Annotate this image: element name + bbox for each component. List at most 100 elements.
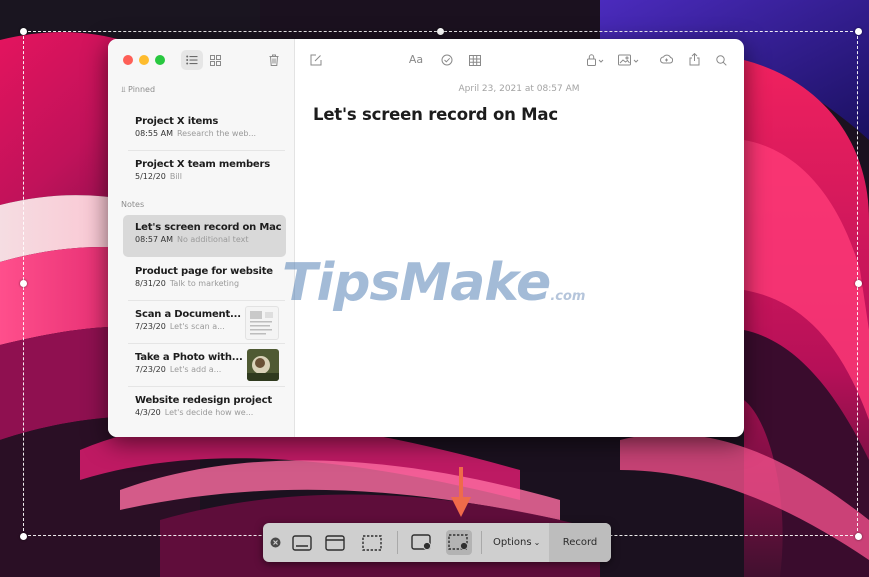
options-label: Options: [493, 537, 532, 548]
note-meta: 7/23/20 Let's add a...: [135, 365, 221, 374]
zoom-window-button[interactable]: [155, 55, 165, 65]
capture-entire-screen-button[interactable]: [289, 530, 315, 555]
table-icon: [469, 54, 481, 66]
note-date: 5/12/20: [135, 172, 166, 181]
share-icon: [689, 52, 699, 65]
note-row-screen-record[interactable]: Let's screen record on Mac 08:57 AM No ad…: [123, 215, 286, 257]
chevron-down-icon: ⌄: [533, 538, 541, 547]
trash-icon: [269, 54, 279, 66]
note-title: Take a Photo with...: [135, 352, 243, 363]
delete-note-button[interactable]: [265, 50, 283, 70]
note-date: 4/3/20: [135, 408, 161, 417]
watermark-brand: TipsMake: [282, 253, 551, 313]
note-row-take-photo[interactable]: Take a Photo with... 7/23/20 Let's add a.…: [128, 345, 285, 387]
note-date: 7/23/20: [135, 365, 166, 374]
checklist-button[interactable]: [438, 51, 456, 69]
note-title: Website redesign project: [135, 395, 272, 406]
note-row-project-x-items[interactable]: Project X items 08:55 AM Research the web…: [128, 109, 285, 151]
note-meta: 08:57 AM No additional text: [135, 235, 248, 244]
watermark-suffix: .com: [550, 289, 586, 304]
pinned-section-label: ⫫ Pinned: [121, 85, 156, 94]
search-icon: [715, 54, 727, 66]
note-preview: Talk to marketing: [169, 279, 240, 288]
note-title: Product page for website: [135, 266, 273, 277]
note-row-product-page[interactable]: Product page for website 8/31/20 Talk to …: [128, 259, 285, 301]
note-date: 7/23/20: [135, 322, 166, 331]
notes-section-label: Notes: [121, 200, 145, 209]
notes-sidebar: ⫫ Pinned Project X items 08:55 AM Researc…: [108, 39, 295, 437]
note-timestamp: April 23, 2021 at 08:57 AM: [458, 84, 580, 94]
screen-icon: [292, 534, 312, 551]
dashed-selection-icon: [362, 534, 382, 551]
selection-handle-bottom-right[interactable]: [855, 533, 862, 540]
note-title: Let's screen record on Mac: [135, 222, 282, 233]
document-thumbnail: [245, 306, 279, 340]
minimize-window-button[interactable]: [139, 55, 149, 65]
lock-icon: [587, 54, 604, 66]
checklist-icon: [441, 54, 453, 66]
table-button[interactable]: [466, 51, 484, 69]
note-title: Project X items: [135, 116, 219, 127]
toolbar-divider: [481, 531, 482, 554]
watermark: TipsMake.com: [282, 253, 585, 327]
note-meta: 08:55 AM Research the web...: [135, 129, 256, 138]
compose-icon: [310, 54, 322, 66]
note-meta: 5/12/20 Bill: [135, 172, 182, 181]
note-row-website-redesign[interactable]: Website redesign project 4/3/20 Let's dec…: [128, 388, 285, 430]
add-media-button[interactable]: [615, 51, 643, 69]
list-icon: [186, 55, 198, 65]
record-selection-icon: [448, 534, 469, 551]
search-button[interactable]: [712, 51, 730, 69]
new-note-button[interactable]: [307, 51, 325, 69]
desktop: ⫫ Pinned Project X items 08:55 AM Researc…: [0, 0, 869, 577]
record-button[interactable]: Record: [549, 523, 611, 562]
capture-window-button[interactable]: [322, 530, 348, 555]
format-button[interactable]: Aa: [405, 52, 427, 68]
window-icon: [325, 534, 345, 551]
grid-icon: [209, 54, 221, 66]
note-title: Scan a Document...: [135, 309, 241, 320]
note-meta: 7/23/20 Let's scan a...: [135, 322, 225, 331]
note-meta: 4/3/20 Let's decide how we...: [135, 408, 253, 417]
selection-handle-bottom-left[interactable]: [20, 533, 27, 540]
selection-handle-top-left[interactable]: [20, 28, 27, 35]
share-button[interactable]: [685, 50, 703, 68]
record-screen-icon: [411, 534, 432, 551]
note-row-project-x-team-members[interactable]: Project X team members 5/12/20 Bill: [128, 152, 285, 194]
note-date: 8/31/20: [135, 279, 166, 288]
selection-handle-top-center[interactable]: [437, 28, 444, 35]
selection-handle-middle-right[interactable]: [855, 280, 862, 287]
notes-window: ⫫ Pinned Project X items 08:55 AM Researc…: [108, 39, 744, 437]
pin-icon: ⫫: [121, 85, 129, 94]
note-preview: Bill: [169, 172, 182, 181]
selection-handle-top-right[interactable]: [855, 28, 862, 35]
screenshot-toolbar: Options ⌄ Record: [263, 523, 611, 562]
note-date: 08:55 AM: [135, 129, 173, 138]
gallery-view-button[interactable]: [206, 50, 224, 70]
note-row-scan-document[interactable]: Scan a Document... 7/23/20 Let's scan a..…: [128, 302, 285, 344]
photo-icon: [618, 54, 639, 66]
photo-thumbnail: [247, 349, 279, 381]
note-title: Project X team members: [135, 159, 270, 170]
record-entire-screen-button[interactable]: [409, 530, 435, 555]
options-dropdown[interactable]: Options ⌄: [487, 530, 546, 555]
close-icon: [270, 537, 280, 548]
record-selected-portion-button[interactable]: [446, 530, 472, 555]
note-preview: Let's decide how we...: [164, 408, 254, 417]
lock-note-button[interactable]: [584, 51, 608, 69]
close-window-button[interactable]: [123, 55, 133, 65]
note-body-title[interactable]: Let's screen record on Mac: [313, 105, 558, 124]
note-preview: Let's add a...: [169, 365, 222, 374]
list-view-button[interactable]: [181, 50, 203, 70]
note-preview: Research the web...: [176, 129, 257, 138]
note-date: 08:57 AM: [135, 235, 173, 244]
collaborate-icon: [659, 54, 673, 64]
close-toolbar-button[interactable]: [266, 530, 284, 555]
collaborate-button[interactable]: [657, 51, 675, 69]
note-preview: No additional text: [176, 235, 249, 244]
note-meta: 8/31/20 Talk to marketing: [135, 279, 239, 288]
capture-selection-button[interactable]: [359, 530, 385, 555]
note-preview: Let's scan a...: [169, 322, 225, 331]
selection-handle-middle-left[interactable]: [20, 280, 27, 287]
arrow-down-icon: [451, 467, 471, 517]
